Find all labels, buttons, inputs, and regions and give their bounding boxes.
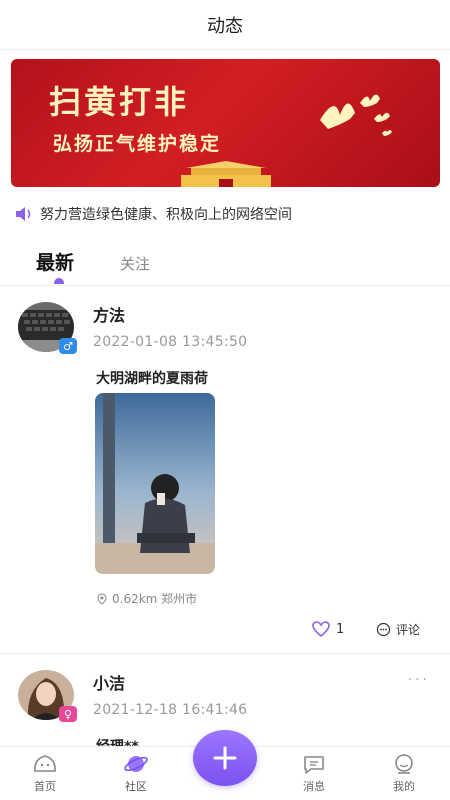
tab-active-indicator: [54, 278, 64, 284]
post-card[interactable]: ♂ 方法 2022-01-08 13:45:50 大明湖畔的夏雨荷 0.62km…: [0, 290, 450, 654]
female-icon: ♀: [59, 706, 77, 722]
message-icon: [304, 756, 324, 774]
plus-icon: [213, 746, 237, 770]
location-text: 0.62km 郑州市: [112, 592, 198, 606]
post-location: 0.62km 郑州市: [96, 590, 197, 607]
comment-label: 评论: [396, 623, 421, 637]
tab-community-label: 社区: [125, 780, 147, 793]
create-post-button[interactable]: [193, 730, 257, 786]
tab-follow[interactable]: 关注: [120, 253, 150, 274]
tab-home[interactable]: 首页: [17, 753, 73, 794]
banner-subline: 弘扬正气维护稳定: [53, 133, 222, 155]
post-username[interactable]: 小洁: [93, 670, 125, 694]
banner-headline: 扫黄打非: [49, 83, 190, 121]
notice-text: 努力营造绿色健康、积极向上的网络空间: [40, 207, 292, 223]
feed-tabs: 最新 关注: [0, 240, 450, 286]
heart-icon: [312, 621, 330, 637]
notice-bar: 努力营造绿色健康、积极向上的网络空间: [14, 198, 436, 230]
post-image[interactable]: [95, 393, 215, 574]
comment-button[interactable]: 评论: [376, 621, 420, 638]
home-icon: [34, 755, 56, 772]
tab-latest[interactable]: 最新: [36, 248, 74, 275]
profile-icon: [395, 754, 413, 774]
post-title: 大明湖畔的夏雨荷: [96, 371, 208, 387]
male-icon: ♂: [59, 338, 77, 354]
tiananmen-icon: [181, 161, 271, 187]
like-count: 1: [336, 621, 345, 637]
speaker-icon: [16, 207, 31, 221]
banner[interactable]: 扫黄打非 弘扬正气维护稳定: [11, 59, 440, 187]
tab-home-label: 首页: [34, 780, 56, 793]
location-pin-icon: [97, 592, 107, 605]
tab-community[interactable]: 社区: [108, 753, 164, 794]
post-username[interactable]: 方法: [93, 302, 125, 326]
page-title: 动态: [207, 15, 243, 37]
more-options-icon[interactable]: ···: [408, 672, 430, 688]
planet-icon: [124, 756, 148, 772]
app-header: 动态: [0, 0, 450, 50]
post-time: 2022-01-08 13:45:50: [93, 334, 248, 350]
post-time: 2021-12-18 16:41:46: [93, 702, 248, 718]
tab-mine[interactable]: 我的: [376, 753, 432, 794]
doves-icon: [320, 94, 392, 136]
like-button[interactable]: 1: [312, 621, 344, 637]
comment-icon: [376, 622, 391, 637]
tab-mine-label: 我的: [393, 780, 415, 793]
tab-messages-label: 消息: [303, 780, 325, 793]
tab-messages[interactable]: 消息: [286, 753, 342, 794]
